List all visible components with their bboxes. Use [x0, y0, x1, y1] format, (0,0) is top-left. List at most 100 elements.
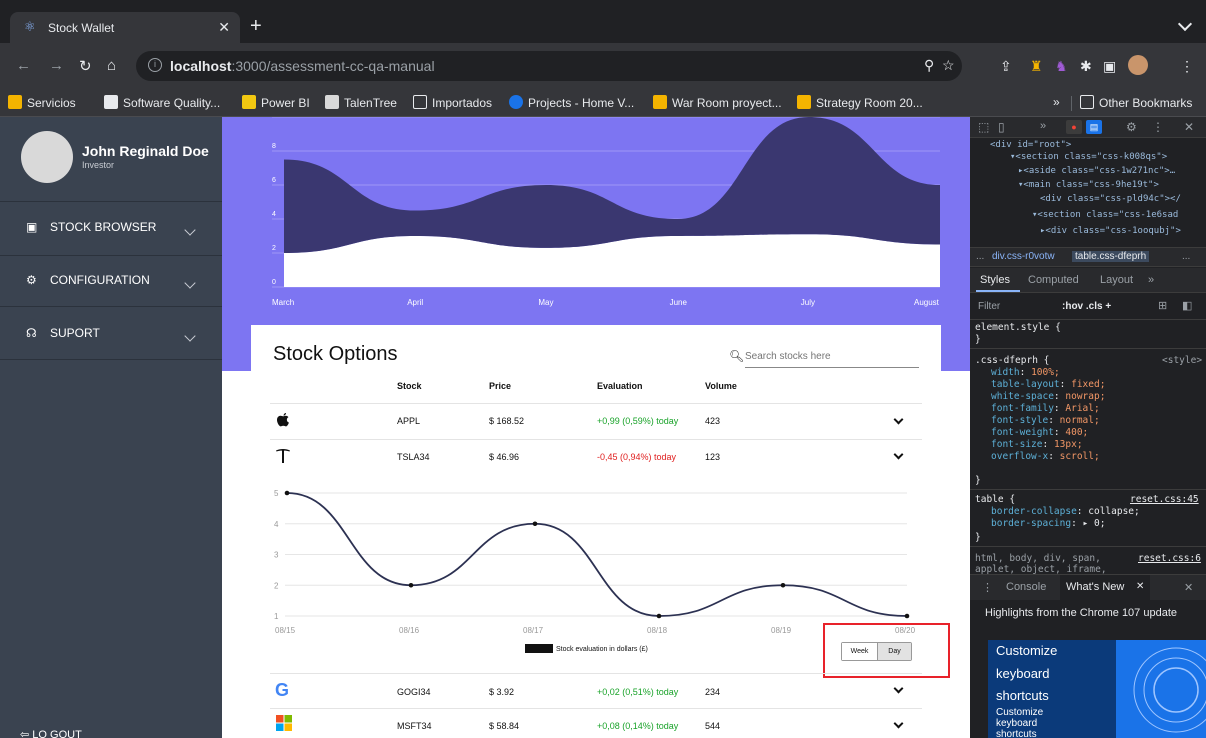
site-info-icon[interactable]: i [148, 58, 162, 72]
new-style-rule-icon[interactable]: ⊞ [1158, 299, 1167, 312]
css-value[interactable]: ▸ 0; [1083, 518, 1106, 529]
bookmark-projects[interactable]: Projects - Home V... [509, 95, 634, 110]
css-declaration[interactable]: table-layout: fixed; [991, 379, 1105, 390]
css-value[interactable]: collapse; [1088, 506, 1139, 517]
css-declaration[interactable]: border-collapse: collapse; [991, 506, 1140, 517]
css-property[interactable]: font-size [991, 439, 1042, 450]
bookmark-servicios[interactable]: Servicios [8, 95, 76, 110]
dom-line[interactable]: ▸<aside class="css-1w271nc">… [1018, 166, 1175, 176]
browser-menu-icon[interactable]: ⋮ [1180, 58, 1194, 75]
devtools-menu-icon[interactable]: ⋮ [1152, 120, 1164, 134]
bookmark-war-room[interactable]: War Room proyect... [653, 95, 782, 110]
logout-button[interactable]: ⇦ LO GOUT [20, 728, 82, 738]
close-tab-icon[interactable]: ✕ [218, 19, 230, 36]
search-input[interactable] [745, 346, 919, 368]
css-property[interactable]: border-collapse [991, 506, 1077, 517]
close-drawer-icon[interactable]: ✕ [1184, 581, 1193, 594]
address-bar[interactable]: i localhost:3000/assessment-cc-qa-manual… [136, 51, 962, 81]
extension-icon[interactable]: ♜ [1030, 58, 1043, 75]
settings-gear-icon[interactable]: ⚙ [1126, 120, 1137, 134]
browser-tab[interactable]: ⚛ Stock Wallet ✕ [10, 12, 240, 43]
css-property[interactable]: table-layout [991, 379, 1060, 390]
sidebar-item-configuration[interactable]: ⚙ CONFIGURATION [26, 273, 150, 287]
more-panels-icon[interactable]: » [1040, 120, 1046, 132]
css-value[interactable]: 13px; [1054, 439, 1083, 450]
css-property[interactable]: overflow-x [991, 451, 1048, 462]
css-property[interactable]: font-style [991, 415, 1048, 426]
profile-avatar[interactable] [1128, 55, 1148, 75]
css-property[interactable]: font-family [991, 403, 1054, 414]
tab-more[interactable]: » [1148, 274, 1154, 286]
css-value[interactable]: 100%; [1031, 367, 1060, 378]
dom-line[interactable]: ▾<section class="css-1e6sad [1032, 210, 1178, 220]
drawer-menu-icon[interactable]: ⋮ [982, 581, 993, 594]
reload-icon[interactable]: ↻ [79, 57, 92, 75]
filter-input[interactable]: Filter [978, 301, 1000, 312]
css-property[interactable]: white-space [991, 391, 1054, 402]
promo-card[interactable]: Customize keyboard shortcuts Customize k… [988, 640, 1206, 738]
sidebar-item-stock-browser[interactable]: ▣ STOCK BROWSER [26, 220, 156, 234]
bookmark-strategy-room[interactable]: Strategy Room 20... [797, 95, 923, 110]
breadcrumb-item[interactable]: ... [976, 251, 984, 262]
breadcrumb-item-selected[interactable]: table.css-dfeprh [1072, 251, 1150, 262]
dom-line[interactable]: ▾<main class="css-9he19t"> [1018, 180, 1159, 190]
filter-tools[interactable]: :hov .cls + [1062, 301, 1111, 312]
css-declaration[interactable]: width: 100%; [991, 367, 1060, 378]
new-tab-button[interactable]: + [250, 16, 262, 36]
css-source-link[interactable]: reset.css:45 [1130, 494, 1199, 505]
dom-line[interactable]: <div id="root"> [990, 140, 1071, 150]
css-value[interactable]: normal; [1060, 415, 1100, 426]
css-declaration[interactable]: border-spacing: ▸ 0; [991, 518, 1105, 529]
breadcrumb-item[interactable]: ... [1182, 251, 1190, 262]
bookmark-power-bi[interactable]: Power BI [242, 95, 310, 110]
bookmark-star-icon[interactable]: ☆ [942, 57, 955, 74]
tab-layout[interactable]: Layout [1100, 274, 1133, 286]
bookmarks-overflow-button[interactable]: » [1053, 95, 1060, 109]
bookmark-importados[interactable]: Importados [413, 95, 492, 110]
share-icon[interactable]: ⇪ [1000, 58, 1012, 75]
tab-computed[interactable]: Computed [1028, 274, 1079, 286]
css-declaration[interactable]: white-space: nowrap; [991, 391, 1105, 402]
breadcrumb-item[interactable]: div.css-r0votw [992, 251, 1055, 262]
css-declaration[interactable]: font-size: 13px; [991, 439, 1083, 450]
bookmark-other[interactable]: Other Bookmarks [1080, 95, 1192, 110]
inspect-icon[interactable]: ⬚ [978, 120, 989, 134]
close-tab-icon[interactable]: ✕ [1136, 581, 1144, 592]
css-value[interactable]: nowrap; [1065, 391, 1105, 402]
css-property[interactable]: width [991, 367, 1020, 378]
css-selector[interactable]: html, body, div, span, [975, 553, 1101, 564]
messages-badge-icon[interactable]: ▤ [1086, 120, 1102, 134]
errors-badge-icon[interactable]: ● [1066, 120, 1082, 134]
bookmark-software-quality[interactable]: Software Quality... [104, 95, 220, 110]
dom-line[interactable]: ▾<section class="css-k008qs"> [1010, 152, 1167, 162]
css-value[interactable]: scroll; [1060, 451, 1100, 462]
search-icon[interactable]: 🔍︎ [729, 349, 744, 363]
tab-styles[interactable]: Styles [980, 274, 1010, 286]
extensions-puzzle-icon[interactable]: ✱ [1080, 58, 1092, 75]
css-value[interactable]: 400; [1065, 427, 1088, 438]
device-toggle-icon[interactable]: ▯ [998, 120, 1005, 134]
css-source[interactable]: <style> [1162, 355, 1202, 366]
css-source-link[interactable]: reset.css:6 [1138, 553, 1201, 564]
side-panel-icon[interactable]: ▣ [1103, 58, 1116, 75]
tab-console[interactable]: Console [1006, 581, 1046, 593]
zoom-icon[interactable]: ⚲ [924, 57, 934, 74]
css-value[interactable]: fixed; [1071, 379, 1105, 390]
extension-2-icon[interactable]: ♞ [1055, 58, 1068, 75]
tab-whats-new[interactable]: What's New [1066, 581, 1124, 593]
home-icon[interactable]: ⌂ [107, 57, 116, 74]
dom-line[interactable]: ▸<div class="css-1ooqubj"> [1040, 226, 1181, 236]
dom-line[interactable]: <div class="css-pld94c"></ [1040, 194, 1181, 204]
sidebar-item-support[interactable]: ☊ SUPORT [26, 326, 100, 340]
forward-icon[interactable]: → [49, 57, 64, 74]
css-declaration[interactable]: font-family: Arial; [991, 403, 1100, 414]
back-icon[interactable]: ← [16, 57, 31, 74]
css-property[interactable]: border-spacing [991, 518, 1071, 529]
css-declaration[interactable]: overflow-x: scroll; [991, 451, 1100, 462]
css-declaration[interactable]: font-style: normal; [991, 415, 1100, 426]
css-rule-element-style[interactable]: element.style { [975, 322, 1061, 333]
css-selector[interactable]: .css-dfeprh { [975, 355, 1049, 366]
bookmark-talentree[interactable]: TalenTree [325, 95, 397, 110]
close-devtools-icon[interactable]: ✕ [1184, 120, 1194, 134]
toggle-sidebar-icon[interactable]: ◧ [1182, 299, 1192, 312]
